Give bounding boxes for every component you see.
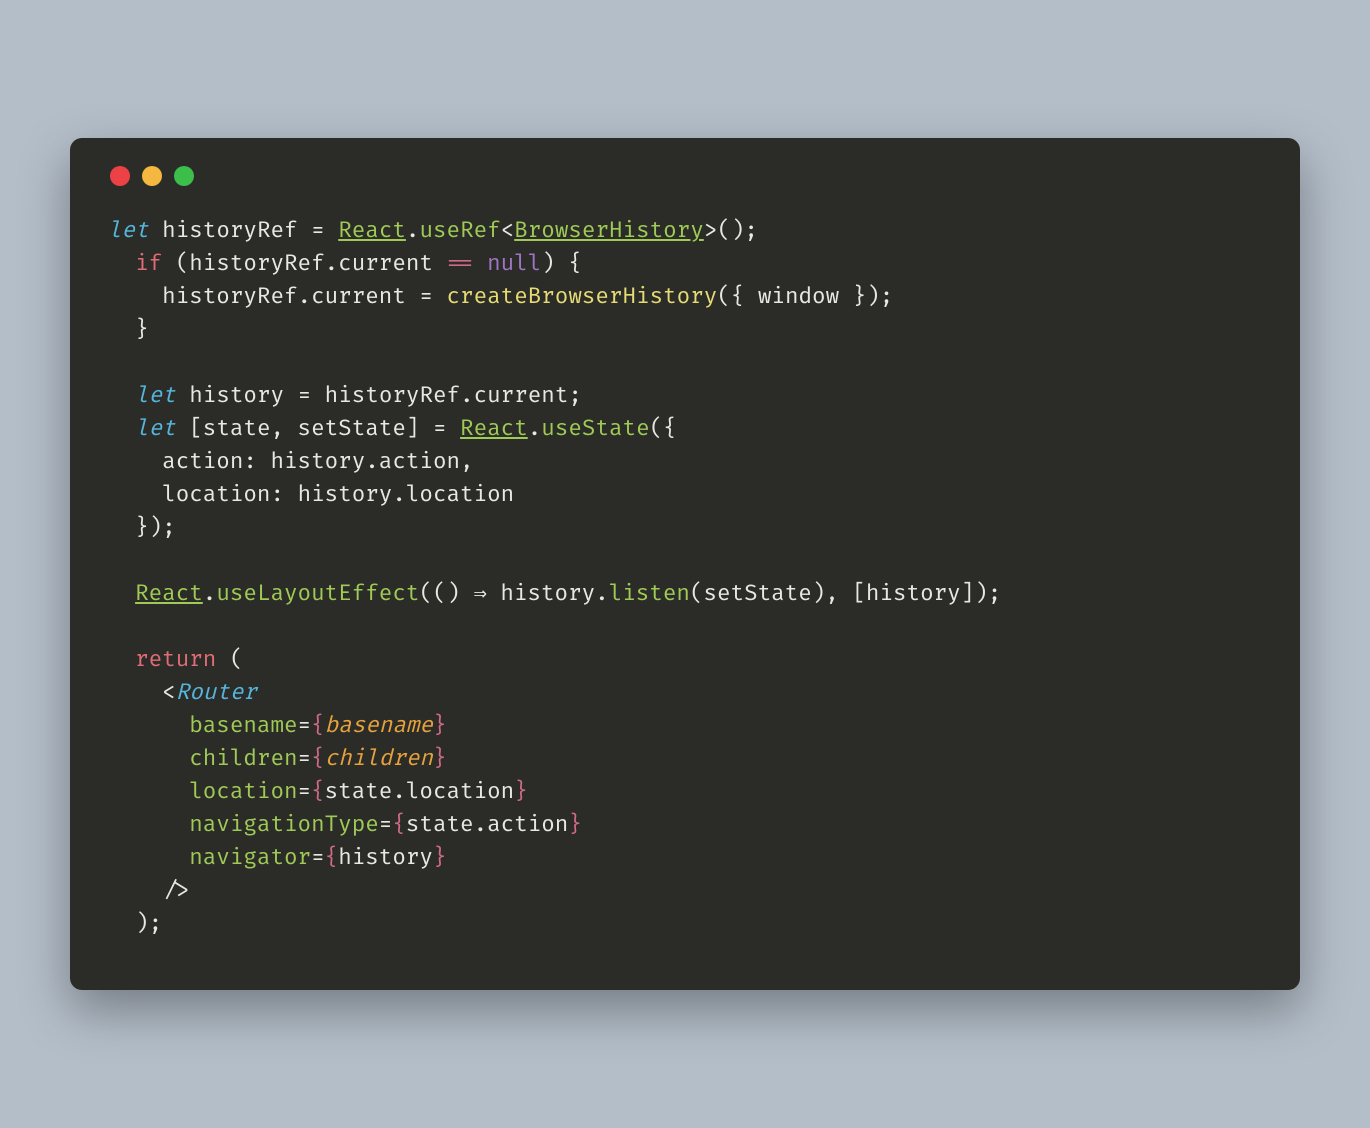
prop-val: history.location [298,481,515,508]
open: ({ [650,415,677,442]
brace-open: { [311,745,325,772]
assign-lhs: historyRef.current [162,283,406,310]
eq: = [298,778,312,805]
attr-basename: basename [189,712,297,739]
operator-eq: = [311,217,325,244]
dot: . [406,217,420,244]
type-browserhistory: BrowserHistory [514,217,704,244]
fn-createbrowserhistory: createBrowserHistory [447,283,718,310]
keyword-null: null [487,250,541,277]
keyword-let: let [135,415,176,442]
val-basename: basename [325,712,433,739]
code-editor-window: let historyRef = React.useRef<BrowserHis… [70,138,1300,990]
jsx-open: < [162,679,176,706]
eq: = [298,712,312,739]
react-ref: React [460,415,528,442]
identifier: history [189,382,284,409]
cond-close: ) { [541,250,582,277]
cond-open: (historyRef.current [176,250,433,277]
attr-children: children [189,745,297,772]
angle-open: < [501,217,515,244]
brace-open: { [325,844,339,871]
identifier: historyRef [162,217,297,244]
prop-location: location: [162,481,284,508]
val-location: state.location [325,778,515,805]
fn-listen: listen [609,580,690,607]
brace-open: { [311,778,325,805]
jsx-selfclose: /> [162,877,189,904]
val-children: children [325,745,433,772]
attr-navigationtype: navigationType [189,811,379,838]
jsx-router-tag: Router [176,679,257,706]
angle-close: >(); [704,217,758,244]
rhs: historyRef.current; [325,382,582,409]
arrow: ⇒ [474,580,487,607]
keyword-if: if [135,250,162,277]
react-ref: React [135,580,203,607]
operator-eq: = [298,382,312,409]
operator-eq: = [433,415,447,442]
dot: . [528,415,542,442]
brace-close: } [514,778,528,805]
eq: = [379,811,393,838]
fn-uselayouteffect: useLayoutEffect [216,580,419,607]
keyword-return: return [135,646,216,673]
eq: = [311,844,325,871]
val-action: state.action [406,811,568,838]
close-icon[interactable] [110,166,130,186]
attr-navigator: navigator [189,844,311,871]
open: (() [419,580,460,607]
keyword-let: let [108,217,149,244]
keyword-let: let [135,382,176,409]
paren-open: ( [230,646,244,673]
zoom-icon[interactable] [174,166,194,186]
fn-useref: useRef [419,217,500,244]
brace-open: { [392,811,406,838]
brace-close: } [433,712,447,739]
eq: = [298,745,312,772]
operator-eqeq: == [446,250,473,277]
dot: . [203,580,217,607]
brace-close: } [433,844,447,871]
rhs2: (setState), [history]); [690,580,1001,607]
code-block: let historyRef = React.useRef<BrowserHis… [108,214,1262,940]
prop-action: action: [162,448,257,475]
brace-close: } [433,745,447,772]
rhs: history. [500,580,608,607]
react-ref: React [338,217,406,244]
brace-open: { [311,712,325,739]
call-args: ({ window }); [717,283,893,310]
paren-close: ); [135,910,162,937]
destructure: [state, setState] [189,415,419,442]
close: }); [135,514,176,541]
prop-val: history.action, [270,448,473,475]
brace-close: } [135,316,149,343]
minimize-icon[interactable] [142,166,162,186]
fn-usestate: useState [541,415,649,442]
attr-location: location [189,778,297,805]
val-history: history [338,844,433,871]
operator-eq: = [419,283,433,310]
traffic-lights [108,166,1262,186]
brace-close: } [568,811,582,838]
